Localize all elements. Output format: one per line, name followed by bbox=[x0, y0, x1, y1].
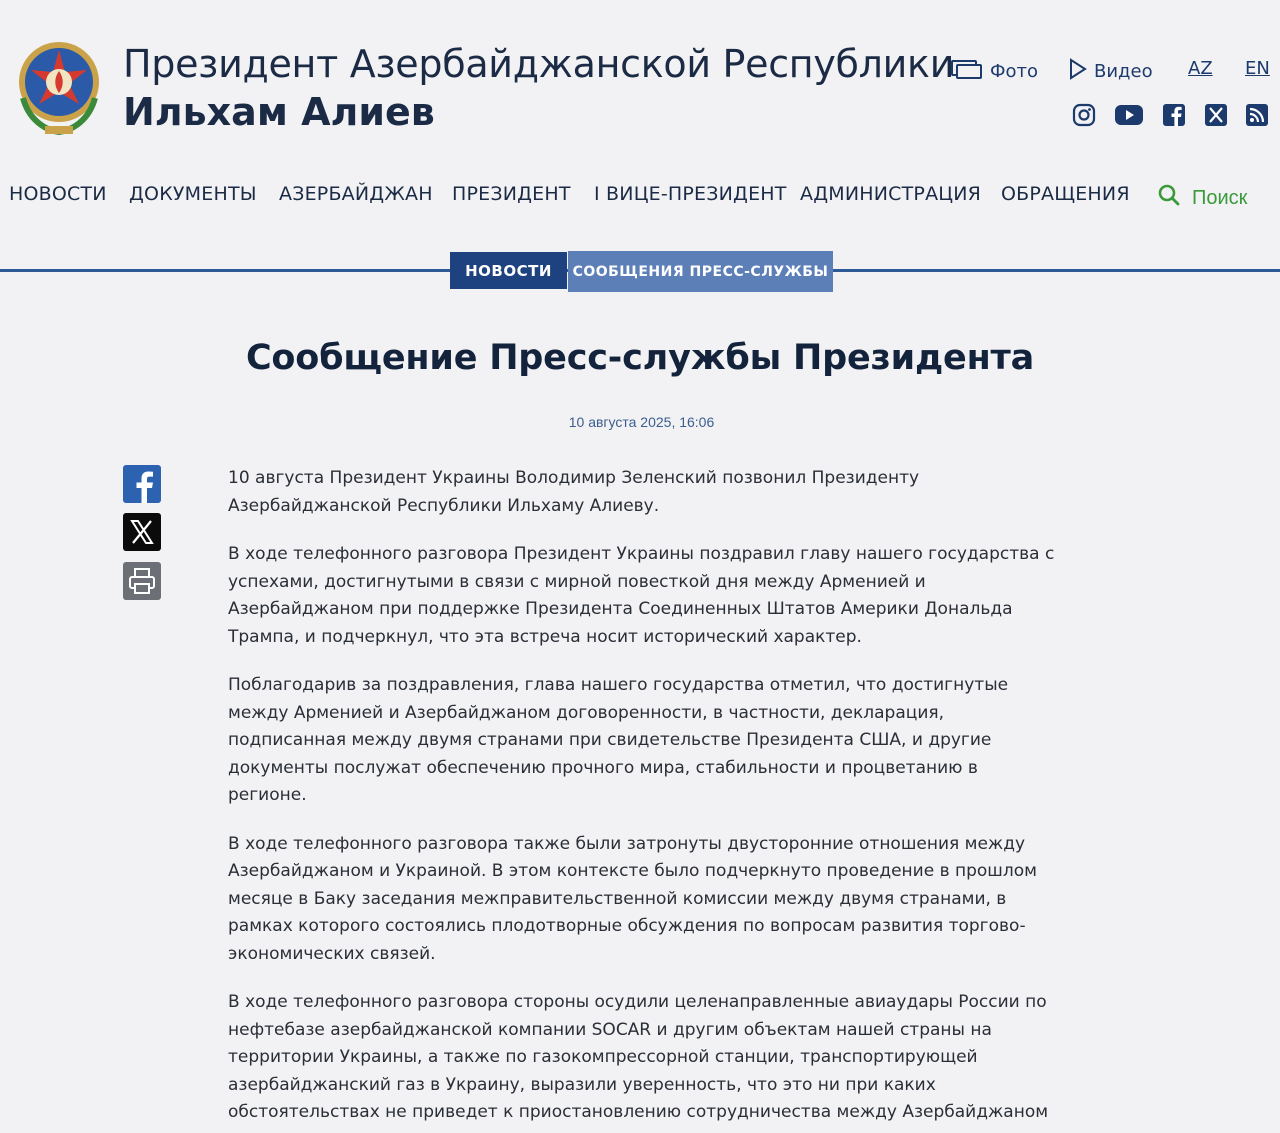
article-date: 10 августа 2025, 16:06 bbox=[568, 414, 715, 430]
print-button[interactable] bbox=[123, 562, 161, 600]
share-facebook-button[interactable] bbox=[123, 465, 161, 503]
nav-item-documents[interactable]: ДОКУМЕНТЫ bbox=[129, 183, 257, 205]
print-icon bbox=[123, 568, 161, 604]
site-title[interactable]: Президент Азербайджанской Республики Иль… bbox=[123, 42, 954, 138]
article-paragraph: В ходе телефонного разговора Президент У… bbox=[228, 544, 1055, 647]
site-title-line1: Президент Азербайджанской Республики bbox=[123, 42, 955, 86]
social-links bbox=[1071, 102, 1271, 130]
main-nav: НОВОСТИ ДОКУМЕНТЫ АЗЕРБАЙДЖАН ПРЕЗИДЕНТ … bbox=[9, 183, 1280, 213]
photo-link[interactable]: Фото bbox=[950, 58, 1038, 85]
article-paragraph: 10 августа Президент Украины Володимир З… bbox=[228, 468, 920, 516]
search-label: Поиск bbox=[1192, 186, 1248, 209]
play-icon bbox=[1068, 58, 1088, 85]
tab-news[interactable]: НОВОСТИ bbox=[450, 252, 567, 289]
lang-az-link[interactable]: AZ bbox=[1188, 58, 1213, 79]
photo-label: Фото bbox=[990, 61, 1039, 82]
tab-press-service[interactable]: СООБЩЕНИЯ ПРЕСС-СЛУЖБЫ bbox=[568, 251, 833, 292]
instagram-icon[interactable] bbox=[1071, 102, 1097, 128]
nav-item-vice-president[interactable]: I ВИЦЕ-ПРЕЗИДЕНТ bbox=[594, 183, 787, 205]
search-icon bbox=[1158, 184, 1180, 212]
rss-icon[interactable] bbox=[1244, 102, 1270, 128]
nav-item-azerbaijan[interactable]: АЗЕРБАЙДЖАН bbox=[279, 183, 433, 205]
lang-en-link[interactable]: EN bbox=[1245, 58, 1270, 79]
article-paragraph: Поблагодарив за поздравления, глава наше… bbox=[228, 675, 1009, 805]
state-emblem-logo[interactable] bbox=[15, 38, 103, 138]
share-x-button[interactable] bbox=[123, 513, 161, 551]
article-title: Сообщение Пресс-службы Президента bbox=[245, 338, 1035, 378]
youtube-icon[interactable] bbox=[1114, 102, 1144, 128]
nav-item-news[interactable]: НОВОСТИ bbox=[9, 183, 107, 205]
video-label: Видео bbox=[1094, 61, 1153, 82]
site-title-line2: Ильхам Алиев bbox=[123, 90, 435, 134]
nav-item-administration[interactable]: АДМИНИСТРАЦИЯ bbox=[800, 183, 981, 205]
x-icon bbox=[123, 520, 161, 555]
article-paragraph: В ходе телефонного разговора стороны осу… bbox=[228, 992, 1049, 1122]
article-body: 10 августа Президент Украины Володимир З… bbox=[228, 465, 1060, 1133]
photo-icon bbox=[950, 58, 984, 85]
video-link[interactable]: Видео bbox=[1068, 58, 1153, 85]
nav-item-president[interactable]: ПРЕЗИДЕНТ bbox=[452, 183, 571, 205]
search-button[interactable]: Поиск bbox=[1158, 184, 1247, 212]
nav-item-appeals[interactable]: ОБРАЩЕНИЯ bbox=[1001, 183, 1130, 205]
article-paragraph: В ходе телефонного разговора также были … bbox=[228, 833, 1037, 964]
facebook-icon bbox=[123, 471, 161, 507]
facebook-icon[interactable] bbox=[1161, 102, 1187, 128]
x-icon[interactable] bbox=[1203, 102, 1229, 128]
